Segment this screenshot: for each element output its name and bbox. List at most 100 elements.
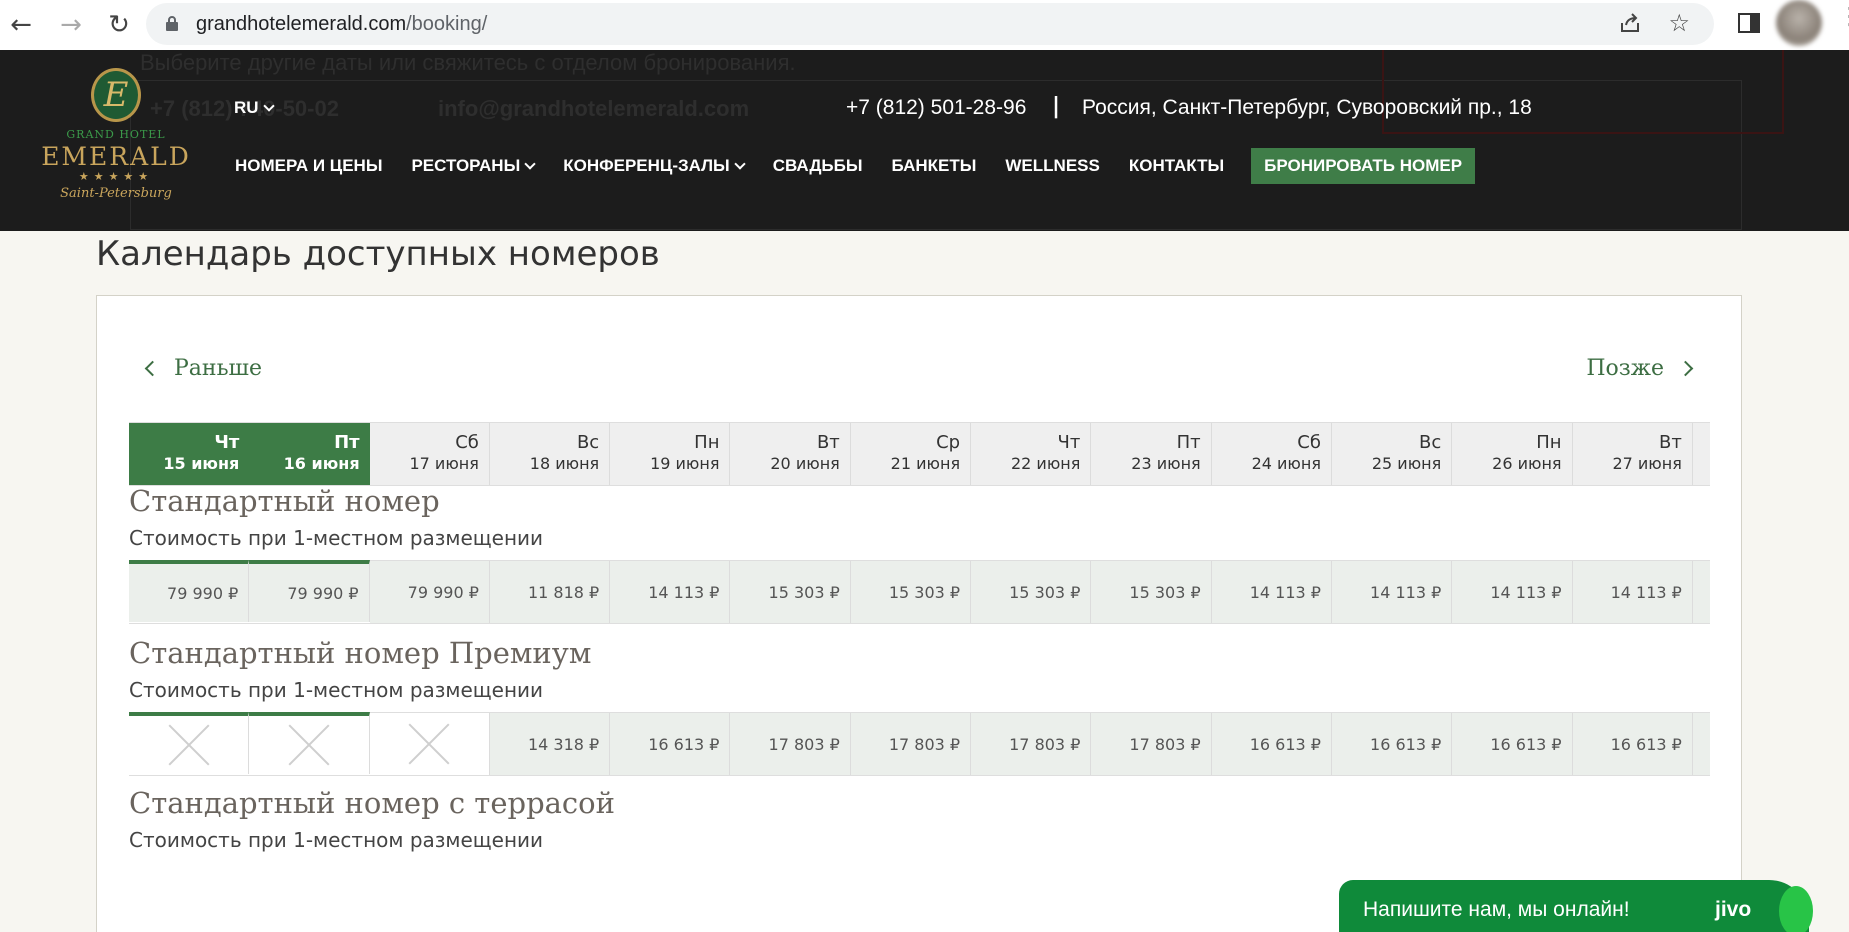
price-cell[interactable]: 16 613 ₽ (1211, 713, 1332, 775)
price-cell[interactable]: 16 613 ₽ (1452, 713, 1573, 775)
price-cell[interactable]: 17 803 ₽ (850, 713, 972, 775)
date-cell[interactable]: Сб 17 июня (369, 423, 490, 485)
date-cell[interactable]: Пн 26 июня (1452, 423, 1573, 485)
price-cell[interactable]: 79 990 ₽ (369, 561, 490, 623)
profile-avatar[interactable] (1776, 0, 1822, 46)
date-label: 24 июня (1251, 454, 1321, 473)
room-occupancy-note: Стоимость при 1-местном размещении (129, 526, 544, 550)
weekday-label: Вт (1659, 432, 1682, 453)
logo-city: Saint-Petersburg (60, 186, 172, 201)
price-cell[interactable]: 15 303 ₽ (730, 561, 851, 623)
hotel-logo[interactable]: E GRAND HOTEL EMERALD ★★★★★ Saint-Peters… (38, 68, 194, 208)
date-label: 18 июня (529, 454, 600, 473)
back-arrow-icon[interactable]: ← (4, 8, 38, 42)
forward-arrow-icon[interactable]: → (54, 8, 88, 42)
room-title[interactable]: Стандартный номер Премиум (129, 636, 591, 670)
unavailable-cross-icon (369, 713, 490, 775)
date-cell[interactable]: Чт 22 июня (971, 423, 1092, 485)
price-cell[interactable]: 79 990 ₽ (129, 560, 250, 622)
date-cell[interactable]: Пт 16 июня (249, 423, 370, 485)
jivo-logo: jivo (1715, 898, 1752, 921)
availability-calendar: Раньше Позже Чт 15 июня Пт 16 июня Сб 17 июня… (96, 295, 1742, 932)
chat-widget[interactable]: Напишите нам, мы онлайн! jivo (1339, 880, 1813, 932)
weekday-label: Вс (1419, 432, 1442, 453)
reload-icon[interactable]: ↻ (102, 8, 136, 42)
nav-item-5[interactable]: WELLNESS (1005, 156, 1099, 176)
date-label: 20 июня (770, 454, 840, 473)
date-cell[interactable]: Ср 21 июня (850, 423, 972, 485)
price-cell[interactable]: 14 113 ₽ (1331, 561, 1453, 623)
chevron-right-icon (1677, 360, 1694, 377)
date-header-row: Чт 15 июня Пт 16 июня Сб 17 июня Вс 18 июня Пн 19… (129, 422, 1710, 486)
nav-item-4[interactable]: БАНКЕТЫ (892, 156, 977, 176)
browser-menu-icon[interactable]: ⋮ (1838, 4, 1849, 28)
contact-separator: | (1052, 94, 1061, 119)
url-text: grandhotelemerald.com/booking/ (196, 13, 488, 35)
side-panel-icon[interactable] (1738, 13, 1760, 33)
later-dates-link[interactable]: Позже (1586, 356, 1694, 381)
room-occupancy-note: Стоимость при 1-местном размещении (129, 678, 544, 702)
date-cell[interactable]: Пн 19 июня (610, 423, 731, 485)
chat-corner-decoration (1779, 886, 1813, 932)
nav-item-6[interactable]: КОНТАКТЫ (1129, 156, 1224, 176)
price-cell[interactable]: 14 113 ₽ (1211, 561, 1332, 623)
date-label: 23 июня (1131, 454, 1201, 473)
ghost-dialog-frame (1382, 50, 1784, 134)
browser-toolbar: ← → ↻ grandhotelemerald.com/booking/ ☆ ⋮ (0, 0, 1849, 50)
date-label: 16 июня (283, 454, 360, 473)
date-cell[interactable]: Сб 24 июня (1211, 423, 1332, 485)
price-cell[interactable]: 14 318 ₽ (489, 713, 611, 775)
language-switcher[interactable]: RU (234, 98, 275, 118)
price-cell[interactable]: 17 803 ₽ (1091, 713, 1212, 775)
weekday-label: Ср (936, 432, 961, 453)
nav-item-0[interactable]: НОМЕРА И ЦЕНЫ (235, 156, 382, 176)
price-cell[interactable]: 11 818 ₽ (489, 561, 611, 623)
nav-item-2[interactable]: КОНФЕРЕНЦ-ЗАЛЫ (563, 156, 746, 176)
price-cell[interactable]: 15 303 ₽ (971, 561, 1092, 623)
nav-item-1[interactable]: РЕСТОРАНЫ (411, 156, 536, 176)
room-title[interactable]: Стандартный номер с террасой (129, 786, 615, 820)
price-cell[interactable]: 17 803 ₽ (730, 713, 851, 775)
weekday-label: Пн (1536, 432, 1562, 453)
header-phone[interactable]: +7 (812) 501-28-96 (846, 96, 1026, 120)
ghost-message-text: Выберите другие даты или свяжитесь с отд… (140, 50, 796, 75)
price-cell[interactable]: 16 613 ₽ (610, 713, 731, 775)
bookmark-star-icon[interactable]: ☆ (1668, 9, 1690, 37)
price-cell[interactable]: 14 113 ₽ (1572, 561, 1693, 623)
nav-item-3[interactable]: СВАДЬБЫ (773, 156, 863, 176)
earlier-dates-link[interactable]: Раньше (144, 356, 262, 381)
weekday-label: Сб (1297, 432, 1321, 453)
weekday-label: Чт (214, 432, 240, 453)
logo-emblem: E (91, 68, 141, 122)
price-cell[interactable]: 14 113 ₽ (610, 561, 731, 623)
date-label: 19 июня (650, 454, 720, 473)
date-cell[interactable]: Пт 23 июня (1091, 423, 1212, 485)
price-cell[interactable]: 79 990 ₽ (249, 560, 370, 622)
date-cell[interactable]: Вт 27 июня (1572, 423, 1693, 485)
price-cell[interactable]: 15 303 ₽ (850, 561, 972, 623)
date-label: 22 июня (1010, 454, 1081, 473)
chevron-left-icon (144, 360, 161, 377)
logo-grand-hotel: GRAND HOTEL (66, 128, 166, 141)
chat-prompt: Напишите нам, мы онлайн! (1363, 898, 1630, 921)
site-header: Выберите другие даты или свяжитесь с отд… (0, 50, 1849, 231)
price-row: 79 990 ₽79 990 ₽79 990 ₽11 818 ₽14 113 ₽… (129, 560, 1710, 624)
room-title[interactable]: Стандартный номер (129, 484, 440, 518)
address-bar[interactable]: grandhotelemerald.com/booking/ ☆ (146, 3, 1714, 45)
price-cell[interactable]: 17 803 ₽ (971, 713, 1092, 775)
price-cell[interactable]: 14 113 ₽ (1452, 561, 1573, 623)
logo-name: EMERALD (41, 142, 191, 171)
date-cell[interactable]: Вт 20 июня (730, 423, 851, 485)
share-icon[interactable] (1618, 11, 1642, 35)
chevron-down-icon (524, 158, 536, 170)
row-overflow (1692, 423, 1710, 485)
logo-stars: ★★★★★ (78, 170, 154, 183)
book-room-button[interactable]: БРОНИРОВАТЬ НОМЕР (1251, 148, 1476, 184)
date-cell[interactable]: Чт 15 июня (129, 423, 250, 485)
date-cell[interactable]: Вс 18 июня (489, 423, 611, 485)
price-cell[interactable]: 16 613 ₽ (1331, 713, 1453, 775)
price-cell[interactable]: 16 613 ₽ (1572, 713, 1693, 775)
date-label: 21 июня (890, 454, 961, 473)
price-cell[interactable]: 15 303 ₽ (1091, 561, 1212, 623)
date-cell[interactable]: Вс 25 июня (1331, 423, 1453, 485)
